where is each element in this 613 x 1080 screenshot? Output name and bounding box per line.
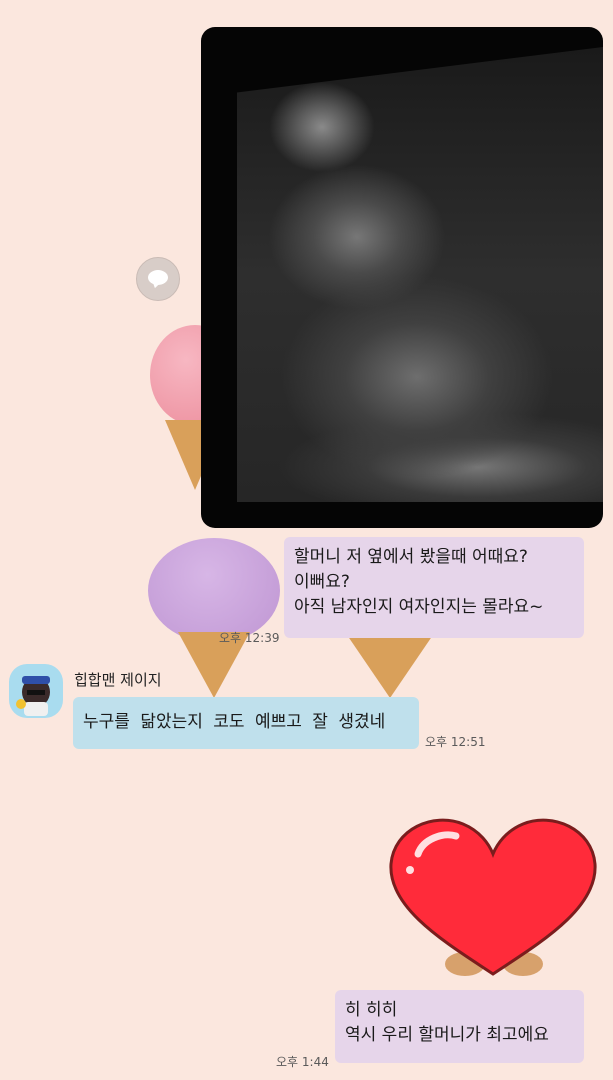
ultrasound-image xyxy=(237,47,603,502)
message-bubble-mine[interactable]: 할머니 저 옆에서 봤을때 어때요? 이뻐요? 아직 남자인지 여자인지는 몰라… xyxy=(284,537,584,638)
sender-name: 힙합맨 제이지 xyxy=(74,671,162,689)
message-bubble-theirs[interactable]: 누구를 닮았는지 코도 예쁘고 잘 생겼네 xyxy=(73,697,419,749)
message-text: 누구를 닮았는지 코도 예쁘고 잘 생겼네 xyxy=(83,712,386,732)
avatar[interactable] xyxy=(9,664,63,718)
message-timestamp: 오후 12:51 xyxy=(425,735,486,749)
share-button[interactable] xyxy=(136,257,180,301)
bg-icecream-purple-scoop xyxy=(148,538,280,643)
profile-character-icon xyxy=(16,676,50,716)
message-line: 히 히히 xyxy=(345,1000,398,1020)
ultrasound-photo[interactable] xyxy=(201,27,603,528)
heart-icon xyxy=(389,818,597,976)
message-timestamp: 오후 12:39 xyxy=(219,631,280,645)
message-timestamp: 오후 1:44 xyxy=(276,1055,329,1069)
heart-sticker[interactable] xyxy=(388,814,598,984)
bg-icecream-cone xyxy=(345,632,435,698)
message-line: 아직 남자인지 여자인지는 몰라요~ xyxy=(294,597,544,617)
message-bubble-mine[interactable]: 히 히히 역시 우리 할머니가 최고에요 xyxy=(335,990,584,1063)
message-line: 역시 우리 할머니가 최고에요 xyxy=(345,1025,549,1045)
message-line: 이뻐요? xyxy=(294,572,350,592)
message-line: 할머니 저 옆에서 봤을때 어때요? xyxy=(294,547,528,567)
